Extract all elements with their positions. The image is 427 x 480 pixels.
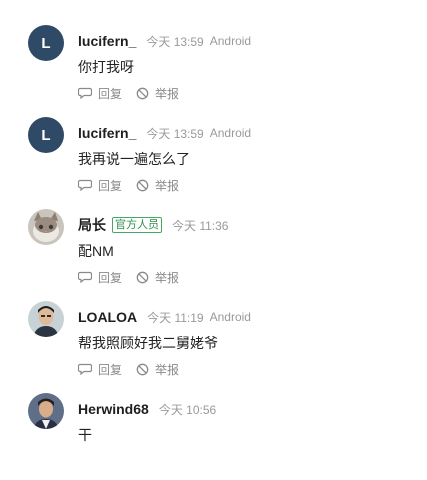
- report-button[interactable]: 举报: [136, 361, 179, 378]
- comment-header: lucifern_ 今天 13:59 Android: [78, 30, 251, 52]
- avatar[interactable]: [28, 393, 64, 429]
- comment-header: LOALOA 今天 11:19 Android: [78, 306, 251, 328]
- report-label: 举报: [155, 178, 180, 193]
- platform-label: Android: [209, 126, 252, 140]
- reply-button[interactable]: 回复: [78, 85, 122, 102]
- reply-button[interactable]: 回复: [78, 361, 122, 378]
- username[interactable]: Herwind68: [78, 401, 149, 417]
- username[interactable]: lucifern_: [78, 125, 136, 141]
- person-avatar-image: [28, 301, 64, 337]
- report-button[interactable]: 举报: [136, 269, 179, 286]
- reply-label: 回复: [98, 86, 123, 101]
- comment-bubble-icon: [78, 87, 92, 99]
- reply-label: 回复: [98, 362, 123, 377]
- person-avatar-image: [28, 393, 64, 429]
- comment-list: L lucifern_ 今天 13:59 Android 你打我呀 回复 举报 …: [0, 0, 427, 453]
- username[interactable]: lucifern_: [78, 33, 136, 49]
- reply-button[interactable]: 回复: [78, 177, 122, 194]
- report-button[interactable]: 举报: [136, 177, 179, 194]
- reply-button[interactable]: 回复: [78, 269, 122, 286]
- avatar[interactable]: L: [28, 25, 64, 61]
- comment-actions: 回复 举报: [78, 268, 193, 286]
- comment-bubble-icon: [78, 271, 92, 283]
- prohibited-icon: [136, 271, 149, 283]
- avatar[interactable]: [28, 301, 64, 337]
- official-badge: 官方人员: [112, 217, 162, 233]
- comment-actions: 回复 举报: [78, 176, 193, 194]
- reply-label: 回复: [98, 178, 123, 193]
- username[interactable]: LOALOA: [78, 309, 137, 325]
- prohibited-icon: [136, 87, 149, 99]
- comment-text: 帮我照顾好我二舅姥爷: [78, 335, 218, 351]
- comment-bubble-icon: [78, 363, 92, 375]
- prohibited-icon: [136, 363, 149, 375]
- avatar[interactable]: [28, 209, 64, 245]
- comment-item: 局长 官方人员 今天 11:36 配NM 回复 举报: [0, 204, 427, 296]
- reply-label: 回复: [98, 270, 123, 285]
- comment-item: L lucifern_ 今天 13:59 Android 你打我呀 回复 举报: [0, 20, 427, 112]
- comment-item: L lucifern_ 今天 13:59 Android 我再说一遍怎么了 回复…: [0, 112, 427, 204]
- comment-item: Herwind68 今天 10:56 干: [0, 388, 427, 480]
- avatar[interactable]: L: [28, 117, 64, 153]
- comment-text: 你打我呀: [78, 59, 134, 75]
- comment-actions: 回复 举报: [78, 360, 193, 378]
- report-label: 举报: [155, 362, 180, 377]
- comment-bubble-icon: [78, 179, 92, 191]
- comment-actions: 回复 举报: [78, 84, 193, 102]
- comment-header: lucifern_ 今天 13:59 Android: [78, 122, 251, 144]
- comment-text: 配NM: [78, 243, 114, 259]
- comment-header: Herwind68 今天 10:56: [78, 398, 216, 420]
- report-label: 举报: [155, 270, 180, 285]
- timestamp: 今天 10:56: [158, 402, 217, 417]
- comment-header: 局长 官方人员 今天 11:36: [78, 214, 228, 236]
- cat-avatar-image: [28, 209, 64, 245]
- timestamp: 今天 13:59: [146, 126, 204, 141]
- comment-text: 我再说一遍怎么了: [78, 151, 190, 167]
- platform-label: Android: [209, 34, 252, 48]
- timestamp: 今天 11:36: [172, 218, 229, 233]
- comment-item: LOALOA 今天 11:19 Android 帮我照顾好我二舅姥爷 回复 举报: [0, 296, 427, 388]
- comment-text: 干: [78, 427, 92, 443]
- prohibited-icon: [136, 179, 149, 191]
- platform-label: Android: [209, 310, 251, 324]
- timestamp: 今天 11:19: [147, 310, 204, 325]
- timestamp: 今天 13:59: [146, 34, 204, 49]
- report-button[interactable]: 举报: [136, 85, 179, 102]
- report-label: 举报: [155, 86, 180, 101]
- username[interactable]: 局长: [78, 215, 106, 235]
